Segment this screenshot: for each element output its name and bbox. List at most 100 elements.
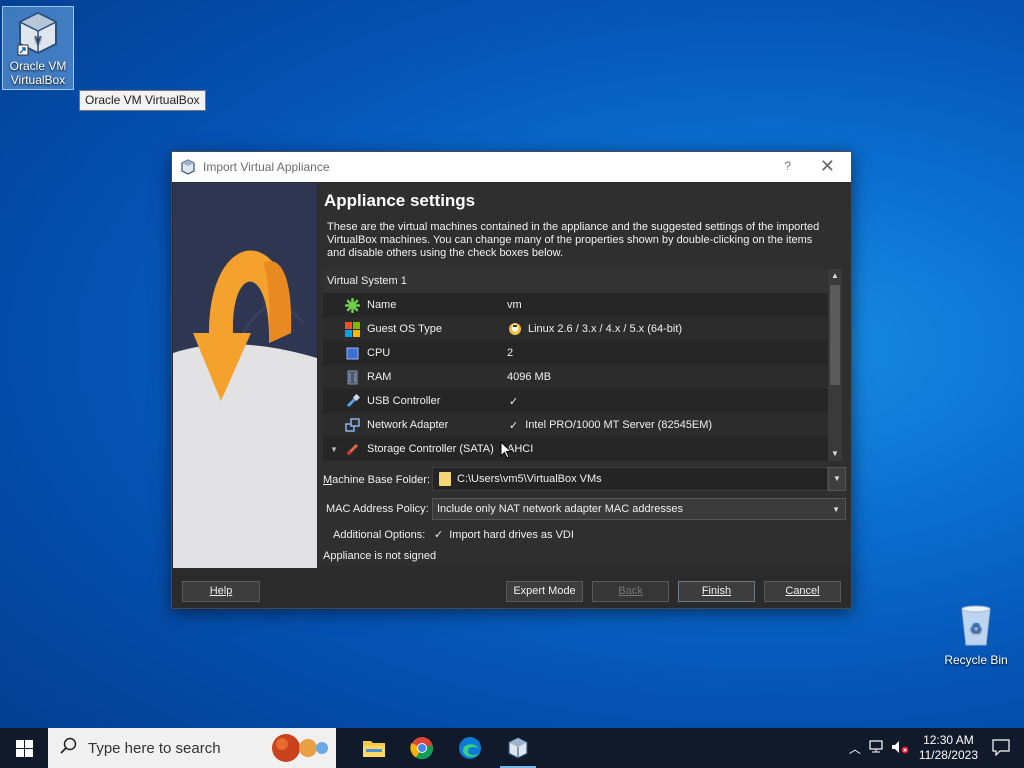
scroll-down-icon[interactable]: ▼ (828, 447, 842, 461)
tree-group-virtual-system[interactable]: Virtual System 1 (323, 269, 828, 293)
appliance-settings-tree[interactable]: Virtual System 1 Name vm Guest OS Type L… (323, 269, 842, 461)
import-vdi-checkbox[interactable]: ✓ Import hard drives as VDI (434, 528, 574, 542)
recycle-bin-desktop-icon[interactable]: ♻ Recycle Bin (940, 601, 1012, 667)
base-folder-value: C:\Users\vm5\VirtualBox VMs (457, 473, 602, 485)
tree-scrollbar[interactable]: ▲ ▼ (828, 269, 842, 461)
chevron-up-icon[interactable]: ︿ (849, 740, 861, 757)
tree-row-label: Storage Controller (SATA) (367, 443, 494, 455)
usb-enabled-checkbox[interactable]: ✓ (509, 395, 518, 408)
close-button[interactable]: ✕ (820, 156, 835, 177)
virtualbox-desktop-icon[interactable]: V Oracle VM VirtualBox (2, 6, 74, 90)
virtualbox-tooltip: Oracle VM VirtualBox (79, 90, 206, 111)
usb-icon (345, 393, 361, 409)
virtualbox-icon (508, 737, 528, 759)
back-button[interactable]: Back (592, 581, 669, 602)
signature-status: Appliance is not signed (323, 550, 437, 562)
help-title-button[interactable]: ? (784, 159, 791, 173)
import-vdi-label: Import hard drives as VDI (449, 528, 574, 541)
mac-policy-value: Include only NAT network adapter MAC add… (437, 503, 683, 515)
virtualbox-title-icon (180, 159, 196, 175)
import-appliance-dialog: Import Virtual Appliance ? ✕ Appliance s… (171, 151, 852, 609)
checkmark-icon: ✓ (434, 529, 444, 541)
tree-group-label: Virtual System 1 (327, 275, 407, 287)
notification-icon[interactable] (992, 738, 1010, 759)
mouse-cursor-icon (500, 440, 513, 462)
wizard-banner-image (173, 183, 317, 568)
taskbar: Type here to search ︿ 12:30 AM 11/28/202… (0, 728, 1024, 768)
dialog-content: Appliance settings These are the virtual… (318, 183, 851, 566)
dialog-titlebar[interactable]: Import Virtual Appliance ? ✕ (172, 152, 851, 182)
chrome-icon (410, 737, 434, 760)
tree-row-value: 4096 MB (507, 371, 552, 383)
taskbar-chrome[interactable] (398, 728, 446, 768)
tree-row-label: CPU (367, 347, 391, 359)
tree-row-usb[interactable]: USB Controller ✓ (323, 389, 828, 413)
tree-row-storage[interactable]: ▼ Storage Controller (SATA) AHCI (323, 437, 828, 461)
folder-icon (439, 472, 451, 486)
network-icon[interactable] (869, 739, 885, 757)
taskbar-virtualbox[interactable] (494, 728, 542, 768)
os-icon (345, 321, 360, 337)
taskbar-edge[interactable] (446, 728, 494, 768)
taskbar-search[interactable]: Type here to search (48, 728, 336, 768)
edge-icon (459, 737, 481, 759)
clock[interactable]: 12:30 AM 11/28/2023 (919, 733, 978, 763)
page-description: These are the virtual machines contained… (327, 221, 820, 259)
base-folder-label: Machine Base Folder: (323, 474, 431, 486)
virtualbox-icon-label-2: VirtualBox (10, 73, 66, 87)
base-folder-field[interactable]: C:\Users\vm5\VirtualBox VMs (432, 467, 828, 491)
cancel-button[interactable]: Cancel (764, 581, 841, 602)
tree-row-value: vm (507, 299, 522, 311)
search-highlight-icon (266, 732, 332, 764)
ram-icon (345, 370, 360, 385)
scroll-thumb[interactable] (830, 285, 840, 385)
cpu-icon (345, 346, 360, 361)
tree-row-label: Name (367, 299, 397, 311)
tree-row-name[interactable]: Name vm (323, 293, 828, 317)
windows-logo-icon (15, 739, 33, 757)
svg-text:♻: ♻ (970, 620, 983, 636)
tree-row-value: 2 (507, 347, 514, 359)
search-icon (60, 737, 78, 759)
clock-date: 11/28/2023 (918, 748, 978, 762)
name-icon (344, 297, 361, 313)
tree-row-label: RAM (367, 371, 392, 383)
tree-row-value: Linux 2.6 / 3.x / 4.x / 5.x (64-bit) (528, 323, 683, 335)
dialog-title: Import Virtual Appliance (203, 160, 330, 174)
linux-tux-icon (507, 320, 523, 339)
volume-muted-icon[interactable] (891, 740, 909, 757)
tree-row-ram[interactable]: RAM 4096 MB (323, 365, 828, 389)
virtualbox-icon-label-1: Oracle VM (9, 59, 67, 73)
additional-options-label: Additional Options: (333, 529, 426, 541)
system-tray: ︿ 12:30 AM 11/28/2023 (849, 728, 1024, 768)
network-icon (345, 417, 360, 433)
tree-row-value: Intel PRO/1000 MT Server (82545EM) (525, 419, 713, 431)
recycle-bin-icon: ♻ (954, 601, 998, 649)
network-enabled-checkbox[interactable]: ✓ (509, 419, 518, 432)
mac-policy-select[interactable]: Include only NAT network adapter MAC add… (432, 498, 846, 520)
expert-mode-button[interactable]: Expert Mode (506, 581, 583, 602)
tree-row-label: USB Controller (367, 395, 441, 407)
svg-text:V: V (35, 35, 42, 46)
clock-time: 12:30 AM (923, 733, 974, 747)
help-button[interactable]: Help (182, 581, 260, 602)
search-placeholder: Type here to search (88, 739, 221, 757)
page-title: Appliance settings (324, 191, 476, 210)
taskbar-file-explorer[interactable] (350, 728, 398, 768)
finish-button[interactable]: Finish (678, 581, 755, 602)
base-folder-dropdown-button[interactable]: ▼ (828, 467, 846, 491)
chevron-down-icon: ▼ (832, 504, 840, 514)
folder-icon (363, 741, 385, 757)
scroll-up-icon[interactable]: ▲ (828, 269, 842, 283)
start-button[interactable] (0, 728, 48, 768)
tree-row-cpu[interactable]: CPU 2 (323, 341, 828, 365)
tree-row-label: Network Adapter (367, 419, 449, 431)
recycle-bin-label: Recycle Bin (944, 653, 1008, 667)
tree-row-guest-os[interactable]: Guest OS Type Linux 2.6 / 3.x / 4.x / 5.… (323, 317, 828, 341)
storage-icon (345, 442, 360, 457)
collapse-arrow-icon[interactable]: ▼ (330, 445, 338, 454)
tree-row-network[interactable]: Network Adapter ✓ Intel PRO/1000 MT Serv… (323, 413, 828, 437)
mac-policy-label: MAC Address Policy: (326, 503, 429, 515)
virtualbox-icon: V (14, 9, 62, 57)
tree-row-label: Guest OS Type (367, 323, 443, 335)
